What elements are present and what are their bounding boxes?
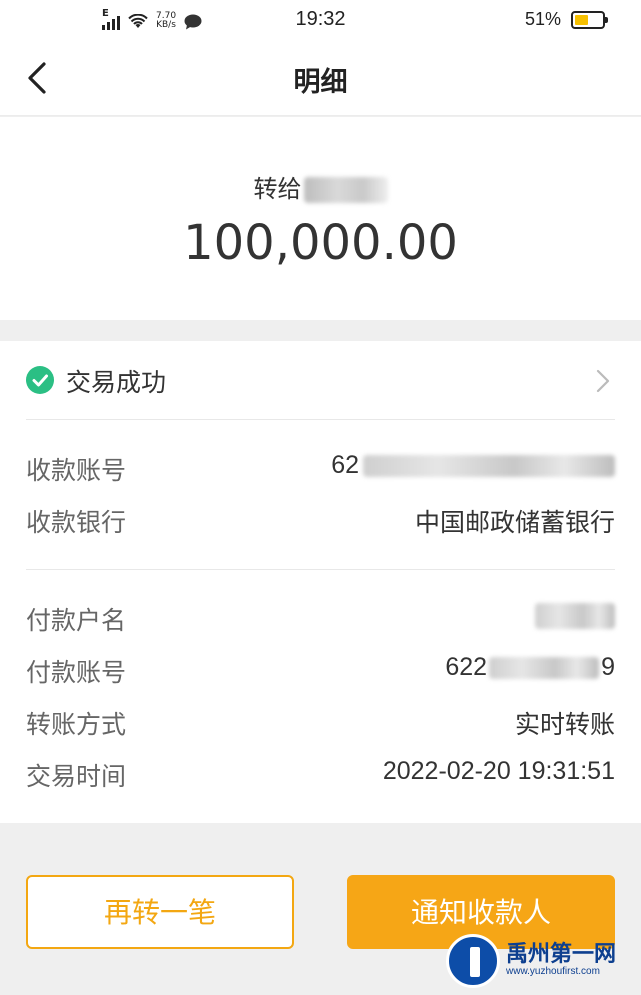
check-circle-icon (26, 366, 54, 394)
transfer-again-button[interactable]: 再转一笔 (26, 875, 294, 949)
redacted-payer-name (535, 603, 615, 630)
payer-account-row: 付款账号 622 9 (26, 653, 615, 693)
transaction-time-row: 交易时间 2022-02-20 19:31:51 (26, 757, 615, 797)
chevron-right-icon (596, 369, 610, 393)
payee-bank-value: 中国邮政储蓄银行 (414, 509, 615, 537)
payer-name-value (535, 601, 615, 630)
transfer-method-label: 转账方式 (26, 710, 127, 739)
payer-name-label: 付款户名 (26, 606, 127, 635)
status-bar: E 7.70 KB/s 19:32 51% (0, 0, 641, 40)
divider (26, 419, 615, 420)
site-watermark: 禹州第一网 www.yuzhoufirst.com (446, 932, 636, 988)
page-title: 明细 (293, 67, 348, 98)
transfer-amount: 100,000.00 (183, 215, 458, 271)
payee-account-prefix: 62 (331, 451, 359, 479)
redacted-recipient-name (303, 177, 388, 203)
divider (26, 569, 615, 570)
nav-bar: 明细 (0, 40, 641, 116)
watermark-logo-icon (446, 934, 500, 988)
payee-bank-row: 收款银行 中国邮政储蓄银行 (26, 503, 615, 543)
payee-account-row: 收款账号 62 (26, 451, 615, 491)
payer-account-prefix: 622 (445, 653, 488, 681)
payee-account-value: 62 (331, 451, 615, 480)
payer-name-row: 付款户名 (26, 601, 615, 641)
status-text: 交易成功 (66, 368, 167, 397)
payer-account-suffix: 9 (601, 653, 615, 681)
redacted-payer-account (489, 657, 600, 680)
transaction-status-row[interactable]: 交易成功 (0, 341, 641, 419)
battery-level (575, 14, 589, 25)
watermark-name: 禹州第一网 (506, 942, 617, 967)
payee-account-label: 收款账号 (26, 456, 127, 485)
watermark-url: www.yuzhoufirst.com (506, 966, 600, 977)
transfer-method-value: 实时转账 (514, 711, 615, 739)
payer-account-value: 622 9 (445, 653, 615, 682)
payee-bank-label: 收款银行 (26, 508, 127, 537)
transfer-summary: 转给 100,000.00 (0, 117, 641, 320)
redacted-account-number (363, 455, 615, 478)
transaction-time-value: 2022-02-20 19:31:51 (382, 757, 615, 785)
battery-percent: 51% (524, 9, 561, 29)
battery-icon (571, 10, 608, 29)
battery-group: 51% (524, 9, 608, 30)
transfer-details: 交易成功 收款账号 62 收款银行 中国邮政储蓄银行 付款户名 付款账号 622… (0, 341, 641, 823)
transfer-method-row: 转账方式 实时转账 (26, 705, 615, 745)
recipient-prefix: 转给 (253, 175, 302, 203)
payer-account-label: 付款账号 (26, 658, 127, 687)
recipient-line: 转给 (0, 169, 641, 204)
transaction-time-label: 交易时间 (26, 762, 127, 791)
